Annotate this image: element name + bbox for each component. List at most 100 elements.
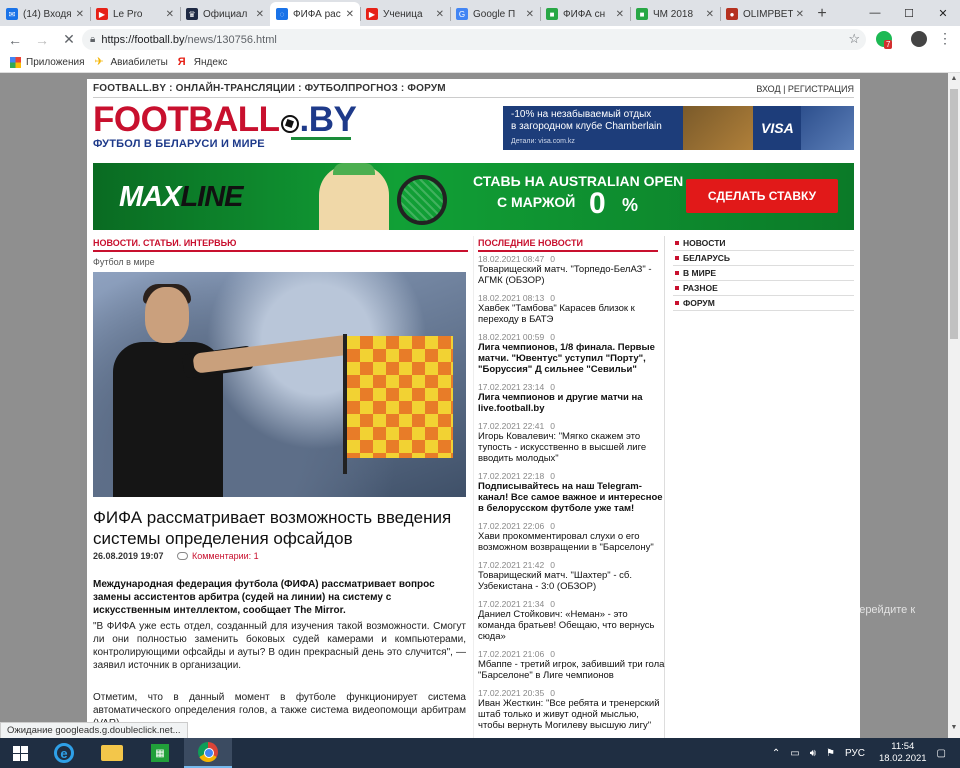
flag-icon[interactable]: ⚑ — [826, 748, 835, 759]
news-item[interactable]: 17.02.2021 22:06 0 Хави прокомментировал с… — [478, 521, 665, 553]
taskbar-chrome[interactable] — [184, 738, 232, 768]
notifications-icon[interactable]: ▢ — [937, 748, 946, 759]
site-logo[interactable]: FOOTBALL .BY ФУТБОЛ В БЕЛАРУСИ И МИРЕ — [93, 102, 357, 150]
tab-close-icon[interactable]: ✕ — [436, 9, 444, 20]
back-button[interactable]: ← — [3, 28, 27, 52]
tab-close-icon[interactable]: ✕ — [166, 9, 174, 20]
football-icon — [280, 115, 299, 133]
news-item[interactable]: 18.02.2021 08:47 0 Товарищеский матч. "Тор… — [478, 254, 665, 286]
browser-menu-icon[interactable]: ⋮ — [938, 30, 952, 47]
news-headline[interactable]: Хавбек "Тамбова" Карасев близок к перехо… — [478, 303, 665, 325]
tray-expand-icon[interactable]: ⌃ — [772, 748, 780, 759]
bookmark-star-icon[interactable]: ☆ — [848, 31, 860, 47]
browser-tab[interactable]: ● OLIMPBET ✕ — [720, 2, 810, 26]
scroll-down-icon[interactable]: ▼ — [948, 724, 960, 736]
bookmark-yandex[interactable]: Я Яндекс — [178, 57, 228, 69]
news-item[interactable]: 17.02.2021 21:42 0 Товарищеский матч. "Шах… — [478, 560, 665, 592]
browser-tab[interactable]: ✉ (14) Входя ✕ — [0, 2, 90, 26]
page-viewport: FOOTBALL.BY : ОНЛАЙН-ТРАНСЛЯЦИИ : ФУТБОЛ… — [0, 73, 948, 738]
browser-tab[interactable]: ♛ Официал ✕ — [180, 2, 270, 26]
minimize-button[interactable]: — — [858, 0, 892, 26]
tab-close-icon[interactable]: ✕ — [616, 9, 624, 20]
tab-close-icon[interactable]: ✕ — [346, 9, 354, 20]
news-item[interactable]: 18.02.2021 08:13 0 Хавбек "Тамбова" Карасе… — [478, 293, 665, 325]
browser-tab[interactable]: ◌ ФИФА рас ✕ — [270, 2, 360, 26]
close-window-button[interactable]: ✕ — [926, 0, 960, 26]
ad-subheadline: С МАРЖОЙ — [497, 194, 576, 210]
news-headline[interactable]: Игорь Ковалевич: "Мягко скажем это тупос… — [478, 431, 665, 464]
windows-logo-icon — [12, 745, 28, 761]
news-headline[interactable]: Лига чемпионов, 1/8 финала. Первые матчи… — [478, 342, 665, 375]
stop-loading-button[interactable]: ✕ — [57, 28, 81, 52]
section-heading-news[interactable]: НОВОСТИ. СТАТЬИ. ИНТЕРВЬЮ — [93, 238, 468, 252]
news-headline[interactable]: Подписывайтесь на наш Telegram-канал! Вс… — [478, 481, 665, 514]
tab-close-icon[interactable]: ✕ — [706, 9, 714, 20]
news-headline[interactable]: Товарищеский матч. "Шахтер" - сб. Узбеки… — [478, 570, 665, 592]
news-item[interactable]: 17.02.2021 23:14 0 Лига чемпионов и другие… — [478, 382, 665, 414]
news-timestamp: 17.02.2021 21:42 0 — [478, 560, 555, 570]
right-menu-item[interactable]: ФОРУМ — [673, 296, 854, 311]
new-tab-button[interactable]: + — [810, 2, 834, 26]
taskbar-explorer[interactable] — [88, 738, 136, 768]
tab-close-icon[interactable]: ✕ — [76, 9, 84, 20]
news-headline[interactable]: Даниел Стойкович: «Неман» - это команда … — [478, 609, 665, 642]
bookmark-flights[interactable]: ✈ Авиабилеты — [95, 57, 168, 69]
start-button[interactable] — [0, 738, 40, 768]
page-scrollbar[interactable]: ▲ ▼ — [948, 73, 960, 738]
browser-tab[interactable]: ▶ Ученица ✕ — [360, 2, 450, 26]
bookmark-apps[interactable]: Приложения — [10, 57, 85, 68]
browser-tab[interactable]: G Google П ✕ — [450, 2, 540, 26]
news-item[interactable]: 17.02.2021 21:06 0 Мбаппе - третий игрок, … — [478, 649, 665, 681]
news-headline[interactable]: Хави прокомментировал слухи о его возмож… — [478, 531, 665, 553]
scrollbar-thumb[interactable] — [950, 89, 958, 339]
tab-close-icon[interactable]: ✕ — [526, 9, 534, 20]
right-menu-item[interactable]: В МИРЕ — [673, 266, 854, 281]
right-menu-item[interactable]: НОВОСТИ — [673, 236, 854, 251]
browser-tab[interactable]: ■ ФИФА сн ✕ — [540, 2, 630, 26]
taskbar-store[interactable]: ▦ — [136, 738, 184, 768]
news-item[interactable]: 17.02.2021 20:35 0 Иван Жесткин: "Все ребя… — [478, 688, 665, 731]
extension-icon[interactable]: 7 — [876, 31, 893, 49]
site-top-nav[interactable]: FOOTBALL.BY : ОНЛАЙН-ТРАНСЛЯЦИИ : ФУТБОЛ… — [93, 83, 446, 94]
make-bet-button[interactable]: СДЕЛАТЬ СТАВКУ — [686, 179, 838, 213]
browser-tab[interactable]: ■ ЧМ 2018 ✕ — [630, 2, 720, 26]
ad-photo — [801, 106, 854, 150]
tab-favicon-icon: ▶ — [96, 8, 108, 20]
maximize-button[interactable]: ☐ — [892, 0, 926, 26]
news-comment-count: 0 — [550, 382, 555, 392]
clock-time: 11:54 — [891, 741, 915, 752]
news-item[interactable]: 18.02.2021 00:59 0 Лига чемпионов, 1/8 фин… — [478, 332, 665, 375]
news-comment-count: 0 — [550, 521, 555, 531]
news-headline[interactable]: Товарищеский матч. "Торпедо-БелАЗ" - АГМ… — [478, 264, 665, 286]
taskbar-ie[interactable]: e — [40, 738, 88, 768]
clock[interactable]: 11:54 18.02.2021 — [879, 741, 927, 765]
tab-favicon-icon: ▶ — [366, 8, 378, 20]
network-icon[interactable]: ▭ — [790, 748, 799, 759]
tab-favicon-icon: ✉ — [6, 8, 18, 20]
news-comment-count: 0 — [550, 649, 555, 659]
news-headline[interactable]: Лига чемпионов и другие матчи на live.fo… — [478, 392, 665, 414]
news-headline[interactable]: Мбаппе - третий игрок, забивший три гола… — [478, 659, 665, 681]
article-category[interactable]: Футбол в мире — [93, 257, 155, 267]
comments-link[interactable]: Комментарии: 1 — [177, 551, 259, 561]
volume-icon[interactable]: 🔊︎ — [810, 748, 816, 759]
profile-avatar[interactable] — [911, 31, 927, 47]
right-menu-item[interactable]: БЕЛАРУСЬ — [673, 251, 854, 266]
news-item[interactable]: 17.02.2021 22:41 0 Игорь Ковалевич: "Мягко… — [478, 421, 665, 464]
news-item[interactable]: 17.02.2021 21:34 0 Даниел Стойкович: «Нема… — [478, 599, 665, 642]
maxline-ad-banner[interactable]: MAXLINE СТАВЬ НА AUSTRALIAN OPEN С МАРЖО… — [93, 163, 854, 230]
tab-close-icon[interactable]: ✕ — [256, 9, 264, 20]
browser-tab[interactable]: ▶ Le Pro ✕ — [90, 2, 180, 26]
scroll-up-icon[interactable]: ▲ — [948, 75, 960, 87]
auth-links[interactable]: ВХОД | РЕГИСТРАЦИЯ — [756, 84, 854, 94]
tab-close-icon[interactable]: ✕ — [796, 9, 804, 20]
language-indicator[interactable]: РУС — [845, 748, 865, 759]
tab-strip: ✉ (14) Входя ✕ ▶ Le Pro ✕ ♛ Официал ✕ ◌ ФИФА рас ✕ ▶… — [0, 0, 960, 26]
news-item[interactable]: 17.02.2021 22:18 0 Подписывайтесь на наш T… — [478, 471, 665, 514]
visa-ad-banner[interactable]: -10% на незабываемый отдых в загородном к… — [503, 106, 854, 150]
forward-button[interactable]: → — [30, 28, 54, 52]
news-headline[interactable]: Иван Жесткин: "Все ребята и тренерский ш… — [478, 698, 665, 731]
address-bar[interactable]: 🔒︎ https://football.by/news/130756.html … — [82, 29, 866, 50]
section-heading-latest[interactable]: ПОСЛЕДНИЕ НОВОСТИ — [478, 238, 658, 252]
right-menu-item[interactable]: РАЗНОЕ — [673, 281, 854, 296]
